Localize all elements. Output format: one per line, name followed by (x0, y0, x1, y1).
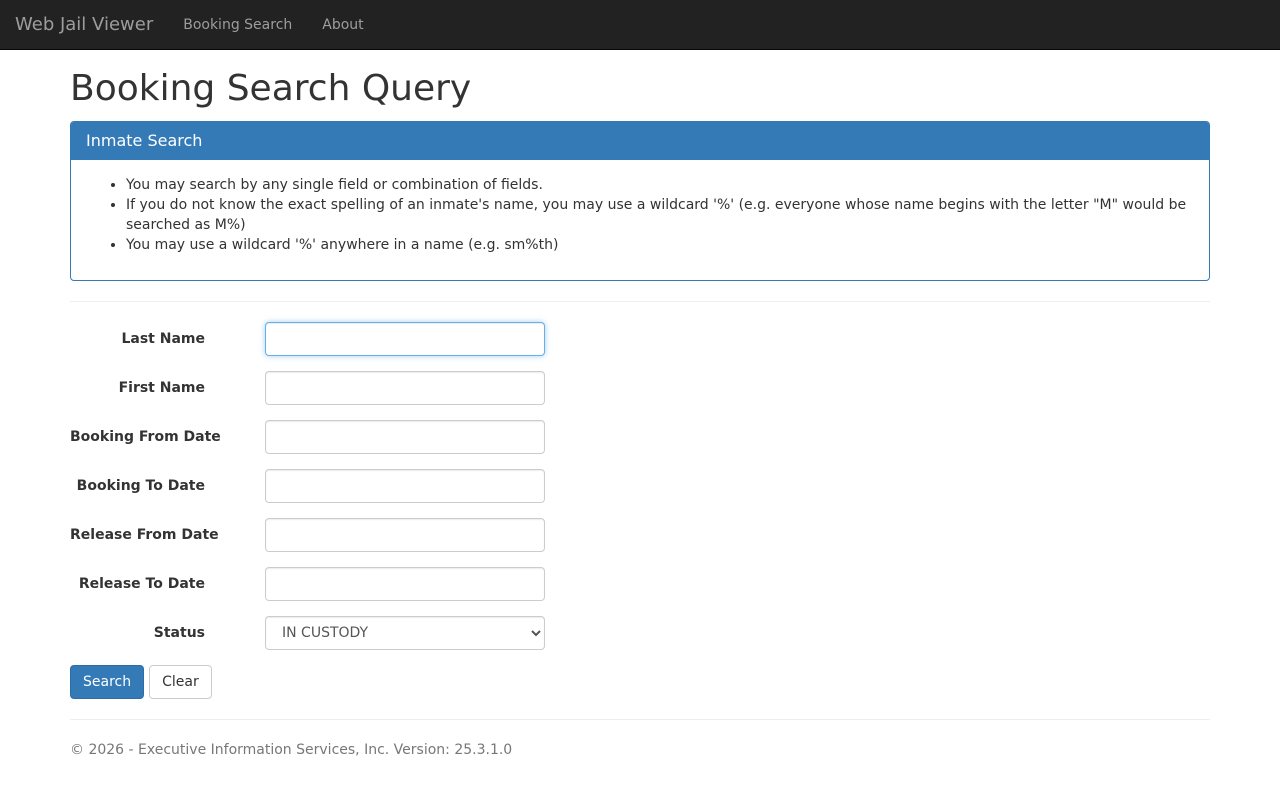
last-name-input[interactable] (265, 322, 545, 356)
booking-from-date-label: Booking From Date (70, 429, 221, 445)
nav-about[interactable]: About (307, 0, 378, 50)
instruction-item: You may use a wildcard '%' anywhere in a… (126, 235, 1194, 255)
booking-to-date-label: Booking To Date (76, 478, 205, 494)
instruction-item: You may search by any single field or co… (126, 175, 1194, 195)
booking-to-date-row: Booking To Date (70, 469, 1210, 503)
last-name-row: Last Name (70, 322, 1210, 356)
booking-to-date-input[interactable] (265, 469, 545, 503)
clear-button[interactable]: Clear (149, 665, 212, 699)
release-from-date-input[interactable] (265, 518, 545, 552)
status-select[interactable]: IN CUSTODY (265, 616, 545, 650)
top-navbar: Web Jail Viewer Booking Search About (0, 0, 1280, 50)
panel-heading: Inmate Search (71, 122, 1209, 160)
instructions-list: You may search by any single field or co… (86, 175, 1194, 255)
main-container: Booking Search Query Inmate Search You m… (70, 69, 1210, 758)
footer-text: © 2026 - Executive Information Services,… (70, 742, 513, 758)
nav-booking-search[interactable]: Booking Search (168, 0, 307, 50)
first-name-row: First Name (70, 371, 1210, 405)
release-from-date-label: Release From Date (70, 527, 219, 543)
status-row: Status IN CUSTODY (70, 616, 1210, 650)
panel-body: You may search by any single field or co… (71, 160, 1209, 255)
page-title: Booking Search Query (70, 68, 472, 109)
form-buttons: Search Clear (70, 665, 1210, 699)
release-to-date-row: Release To Date (70, 567, 1210, 601)
search-form: Last Name First Name Booking From Date B… (70, 302, 1210, 699)
instruction-item: If you do not know the exact spelling of… (126, 195, 1194, 235)
search-button[interactable]: Search (70, 665, 145, 699)
booking-from-date-input[interactable] (265, 420, 545, 454)
release-to-date-input[interactable] (265, 567, 545, 601)
status-label: Status (153, 625, 205, 641)
inmate-search-panel: Inmate Search You may search by any sing… (70, 121, 1210, 281)
first-name-input[interactable] (265, 371, 545, 405)
brand-link[interactable]: Web Jail Viewer (0, 0, 168, 50)
footer: © 2026 - Executive Information Services,… (70, 720, 1210, 758)
first-name-label: First Name (118, 380, 205, 396)
release-to-date-label: Release To Date (78, 576, 205, 592)
booking-from-date-row: Booking From Date (70, 420, 1210, 454)
release-from-date-row: Release From Date (70, 518, 1210, 552)
last-name-label: Last Name (121, 331, 205, 347)
